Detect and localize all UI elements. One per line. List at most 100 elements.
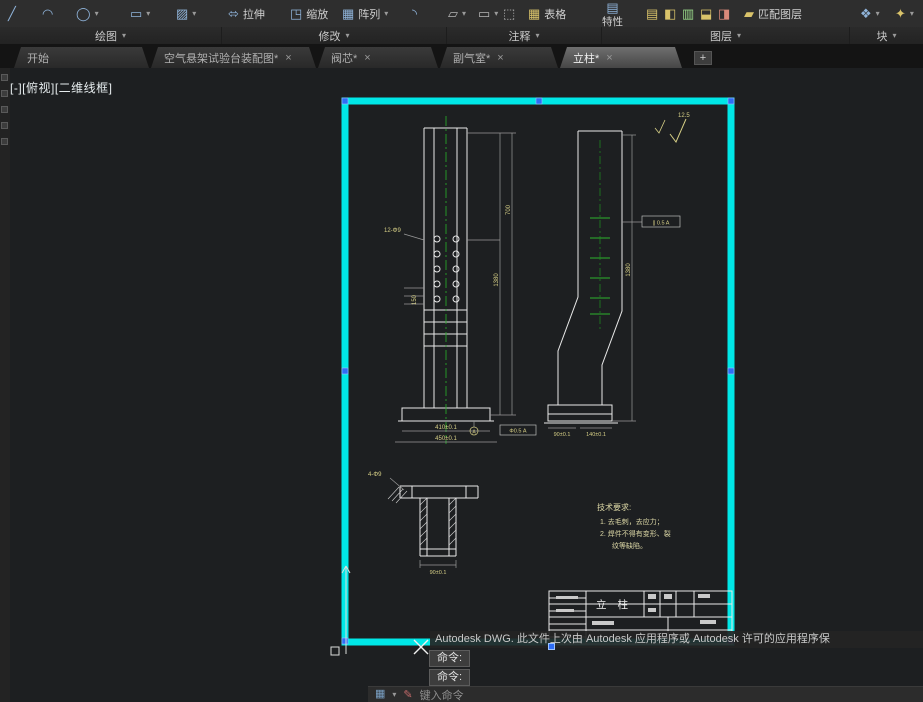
pencil-icon: ✎: [403, 689, 413, 701]
autocad-window: ╱ ◠ ◯ ▾ ▭ ▾ ▨ ▾ ⬄ 拉伸 ◳ 缩放 ▦ 阵列 ▾ ◝ ▱ ▾ ▭ ▾ ⬚ ▦ 表格 …: [0, 0, 923, 702]
tab-assembly[interactable]: 空气悬架试验台装配图* ×: [151, 47, 316, 68]
command-input[interactable]: 键入命令: [420, 687, 464, 702]
tab-start-label: 开始: [27, 52, 49, 65]
file-tab-bar: 开始 空气悬架试验台装配图* × 阀芯* × 副气室* × 立柱* × +: [0, 45, 923, 68]
insert-block-icon: ❖: [860, 6, 872, 21]
match-layer-label: 匹配图层: [758, 8, 802, 21]
tab-start[interactable]: 开始: [14, 47, 149, 68]
chevron-down-icon: ▾: [94, 8, 99, 18]
chevron-down-icon: ▾: [494, 8, 499, 18]
hatch-icon: ▨: [176, 6, 189, 21]
fillet-tool-button[interactable]: ◝: [412, 0, 417, 27]
panel-block[interactable]: 块 ▾: [850, 27, 923, 44]
tab-aux-chamber-label: 副气室*: [453, 52, 491, 65]
text-tool-icon: ▱: [448, 6, 458, 21]
tab-column-label: 立柱*: [573, 52, 600, 65]
viewport-controls[interactable]: [-][俯视][二维线框]: [10, 79, 113, 96]
arc-icon: ◠: [42, 6, 54, 21]
layer-tool-1[interactable]: ▤: [646, 0, 658, 27]
stretch-icon: ⬄: [228, 6, 239, 21]
block-tool-1[interactable]: ❖ ▾: [860, 0, 880, 27]
selection-grip-bottom-mid[interactable]: [548, 643, 555, 650]
annotate-mini-button-2[interactable]: ▭ ▾: [478, 0, 498, 27]
layer-tool-2[interactable]: ◧: [664, 0, 676, 27]
panel-modify-label: 修改: [318, 30, 341, 43]
dwg-trust-notice: Autodesk DWG. 此文件上次由 Autodesk 应用程序或 Auto…: [430, 631, 923, 648]
circle-tool-button[interactable]: ◯ ▾: [76, 0, 99, 27]
hatch-tool-button[interactable]: ▨ ▾: [176, 0, 196, 27]
table-button[interactable]: ▦ 表格: [528, 0, 566, 27]
model-space-canvas[interactable]: [0, 68, 923, 702]
match-layer-button[interactable]: ▰ 匹配图层: [744, 0, 802, 27]
line-tool-button[interactable]: ╱: [8, 0, 16, 27]
ribbon: ╱ ◠ ◯ ▾ ▭ ▾ ▨ ▾ ⬄ 拉伸 ◳ 缩放 ▦ 阵列 ▾ ◝ ▱ ▾ ▭ ▾ ⬚ ▦ 表格 …: [0, 0, 923, 45]
fillet-icon: ◝: [412, 6, 418, 21]
leader-tool-button[interactable]: ⬚: [503, 0, 515, 27]
command-dock: ▦ ▾ ✎ 键入命令: [368, 686, 923, 702]
panel-annotate[interactable]: 注释 ▾: [447, 27, 602, 44]
new-tab-button[interactable]: +: [694, 51, 712, 65]
scale-button[interactable]: ◳ 缩放: [290, 0, 328, 27]
table-icon: ▦: [528, 6, 541, 21]
chevron-down-icon[interactable]: ▾: [392, 690, 396, 699]
layer-tool-3[interactable]: ▥: [682, 0, 694, 27]
dock-icon[interactable]: [1, 74, 8, 81]
close-icon[interactable]: ×: [364, 52, 370, 64]
chevron-down-icon: ▾: [146, 8, 151, 18]
properties-button[interactable]: ▤ 特性: [602, 0, 623, 27]
layer-tool-4[interactable]: ⬓: [700, 0, 712, 27]
chevron-down-icon: ▾: [121, 30, 126, 40]
panel-modify[interactable]: 修改 ▾: [222, 27, 447, 44]
match-layer-icon: ▰: [744, 6, 754, 21]
rectangle-tool-button[interactable]: ▭ ▾: [130, 0, 150, 27]
tab-valve-core[interactable]: 阀芯* ×: [318, 47, 438, 68]
tab-column[interactable]: 立柱* ×: [560, 47, 682, 68]
panel-layers[interactable]: 图层 ▾: [602, 27, 850, 44]
array-button[interactable]: ▦ 阵列 ▾: [342, 0, 388, 27]
close-icon[interactable]: ×: [285, 52, 291, 64]
layer-lock-icon: ⬓: [700, 6, 713, 21]
dimension-tool-icon: ▭: [478, 6, 491, 21]
chevron-down-icon: ▾: [892, 30, 897, 40]
layer-tool-5[interactable]: ◨: [718, 0, 730, 27]
table-label: 表格: [544, 8, 567, 21]
block-tool-2[interactable]: ✦ ▾: [895, 0, 914, 27]
tab-valve-core-label: 阀芯*: [331, 52, 358, 65]
close-icon[interactable]: ×: [606, 52, 612, 64]
line-icon: ╱: [8, 6, 16, 21]
chevron-down-icon: ▾: [462, 8, 467, 18]
close-icon[interactable]: ×: [497, 52, 503, 64]
panel-layers-label: 图层: [709, 30, 732, 43]
dock-icon[interactable]: [1, 122, 8, 129]
circle-icon: ◯: [76, 6, 91, 21]
command-history-line: 命令:: [429, 650, 471, 667]
annotate-mini-button-1[interactable]: ▱ ▾: [448, 0, 466, 27]
stretch-label: 拉伸: [242, 8, 265, 21]
dock-icon[interactable]: [1, 138, 8, 145]
chevron-down-icon: ▾: [384, 8, 389, 18]
panel-draw-label: 绘图: [94, 30, 117, 43]
properties-label: 特性: [602, 16, 623, 27]
stretch-button[interactable]: ⬄ 拉伸: [228, 0, 265, 27]
tab-assembly-label: 空气悬架试验台装配图*: [164, 52, 279, 65]
dock-icon[interactable]: [1, 90, 8, 97]
panel-annotate-label: 注释: [508, 30, 531, 43]
panel-draw[interactable]: 绘图 ▾: [0, 27, 222, 44]
layer-freeze-icon: ▥: [682, 6, 695, 21]
layer-state-icon: ▤: [646, 6, 659, 21]
leader-icon: ⬚: [503, 6, 516, 21]
left-dock-strip: [0, 68, 10, 702]
dock-icon[interactable]: [1, 106, 8, 113]
chevron-down-icon: ▾: [909, 8, 914, 18]
tab-aux-chamber[interactable]: 副气室* ×: [440, 47, 558, 68]
create-block-icon: ✦: [895, 6, 906, 21]
customize-icon[interactable]: ▦: [375, 689, 385, 700]
chevron-down-icon: ▾: [345, 30, 350, 40]
layer-isolate-icon: ◧: [664, 6, 677, 21]
layer-off-icon: ◨: [718, 6, 731, 21]
chevron-down-icon: ▾: [736, 30, 741, 40]
array-icon: ▦: [342, 6, 355, 21]
chevron-down-icon: ▾: [875, 8, 880, 18]
scale-label: 缩放: [306, 8, 329, 21]
arc-tool-button[interactable]: ◠: [42, 0, 53, 27]
